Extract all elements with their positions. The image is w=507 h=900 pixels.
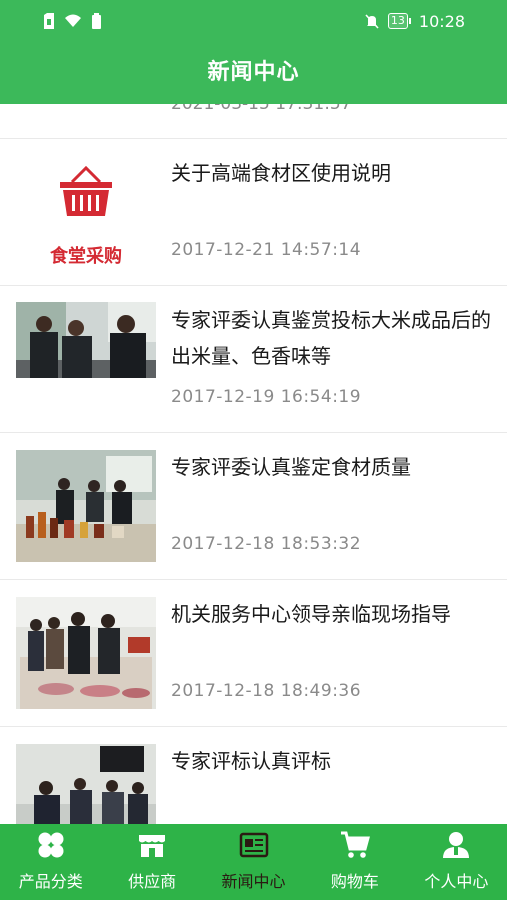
app-header: 13 10:28 新闻中心	[0, 0, 507, 104]
tab-personal-center[interactable]: 个人中心	[406, 824, 507, 900]
mute-icon	[365, 14, 379, 29]
photo-image	[16, 744, 156, 824]
news-thumbnail: 食堂采购	[16, 156, 156, 268]
tab-label: 购物车	[330, 872, 379, 891]
tab-supplier[interactable]: 供应商	[101, 824, 202, 900]
tab-label: 供应商	[128, 872, 177, 891]
status-time: 10:28	[418, 11, 465, 31]
tab-label: 个人中心	[424, 872, 489, 891]
sim-icon	[44, 13, 54, 29]
tab-product-category[interactable]: 产品分类	[0, 824, 101, 900]
tab-news-center[interactable]: 新闻中心	[203, 824, 304, 900]
news-thumbnail	[16, 744, 156, 824]
tab-label: 新闻中心	[221, 872, 286, 891]
battery-indicator: 13	[387, 13, 411, 29]
news-item[interactable]: 专家评委认真鉴定食材质量 2017-12-18 18:53:32	[0, 432, 507, 579]
news-date: 2017-12-18 18:53:32	[171, 534, 362, 554]
news-title[interactable]: 专家评标认真评标	[171, 743, 491, 779]
tab-label: 产品分类	[18, 872, 83, 891]
cart-icon	[340, 831, 370, 858]
battery-small-icon	[92, 13, 101, 29]
page-title: 新闻中心	[207, 60, 300, 85]
news-item[interactable]: 机关服务中心领导亲临现场指导 2017-12-18 18:49:36	[0, 579, 507, 726]
news-item[interactable]: 食堂采购 关于高端食材区使用说明 2017-12-21 14:57:14	[0, 138, 507, 285]
photo-image	[16, 597, 156, 709]
news-item[interactable]: 专家评委认真鉴赏投标大米成品后的出米量、色香味等 2017-12-19 16:5…	[0, 285, 507, 432]
photo-image	[16, 450, 156, 562]
news-title[interactable]: 专家评委认真鉴赏投标大米成品后的出米量、色香味等	[171, 302, 491, 374]
photo-image	[16, 302, 156, 378]
news-thumbnail	[16, 450, 156, 562]
news-date: 2017-12-21 14:57:14	[171, 240, 362, 260]
wifi-icon	[65, 14, 81, 27]
bottom-tab-bar: 产品分类 供应商 新闻中心 购物车 个人中心	[0, 824, 507, 900]
news-title[interactable]: 关于高端食材区使用说明	[171, 155, 491, 191]
tab-shopping-cart[interactable]: 购物车	[304, 824, 405, 900]
news-icon	[239, 832, 268, 858]
store-icon	[139, 835, 166, 857]
news-title[interactable]: 机关服务中心领导亲临现场指导	[171, 596, 491, 632]
news-thumbnail	[16, 302, 156, 378]
person-icon	[443, 832, 470, 858]
news-item[interactable]: 专家评标认真评标	[0, 726, 507, 824]
news-date-partial: 2021-03-15 17:31:57	[171, 104, 352, 114]
news-thumbnail	[16, 597, 156, 709]
thumbnail-caption: 食堂采购	[50, 246, 122, 267]
news-date: 2017-12-19 16:54:19	[171, 387, 362, 407]
status-bar-right: 13 10:28	[364, 11, 465, 31]
battery-level: 13	[387, 13, 408, 29]
news-list[interactable]: 2021-03-15 17:31:57 食堂采购 关于高端食材区使用说明 201…	[0, 104, 507, 824]
category-icon	[38, 832, 64, 858]
status-bar-left	[44, 12, 101, 30]
news-date: 2017-12-18 18:49:36	[171, 681, 362, 701]
news-title[interactable]: 专家评委认真鉴定食材质量	[171, 449, 491, 485]
